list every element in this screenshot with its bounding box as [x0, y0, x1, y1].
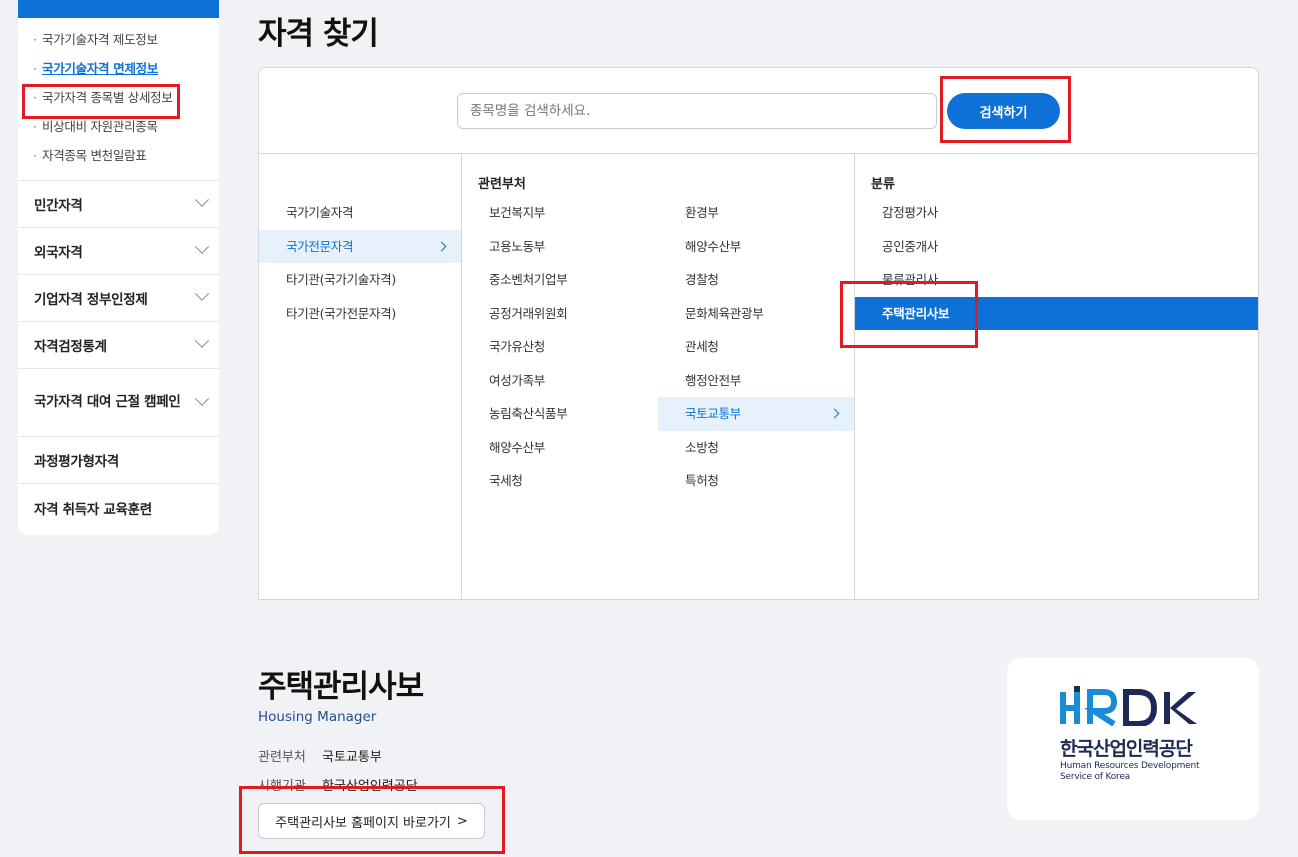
- classification-list: 감정평가사 공인중개사 물류관리사 주택관리사보: [855, 196, 1258, 330]
- sidebar-sub-item-system-info[interactable]: 국가기술자격 제도정보: [18, 25, 219, 54]
- department-item[interactable]: 환경부: [658, 196, 854, 230]
- department-item[interactable]: 특허청: [658, 464, 854, 498]
- sidebar-menu-private[interactable]: 민간자격: [18, 181, 219, 228]
- category-item[interactable]: 타기관(국가기술자격): [259, 263, 461, 297]
- department-item[interactable]: 중소벤처기업부: [462, 263, 658, 297]
- category-item[interactable]: 타기관(국가전문자격): [259, 297, 461, 331]
- department-grid: 보건복지부 환경부 고용노동부 해양수산부 중소벤처기업부 경찰청 공정거래위원…: [462, 196, 854, 498]
- detail-dept-value: 국토교통부: [322, 750, 382, 765]
- detail-org-label: 시행기관: [258, 779, 306, 794]
- sidebar-sub-list: 국가기술자격 제도정보 국가기술자격 면제정보 국가자격 종목별 상세정보 비상…: [18, 18, 219, 181]
- department-item[interactable]: 경찰청: [658, 263, 854, 297]
- chevron-down-icon: [194, 333, 210, 348]
- sidebar-sub-item-history[interactable]: 자격종목 변천일람표: [18, 141, 219, 170]
- chevron-down-icon: [194, 192, 210, 207]
- detail-org-value: 한국산업인력공단: [322, 779, 418, 794]
- department-item[interactable]: 관세청: [658, 330, 854, 364]
- logo-name-korean: 한국산업인력공단: [1060, 738, 1193, 760]
- category-column: 국가기술자격 국가전문자격 타기관(국가기술자격) 타기관(국가전문자격): [259, 154, 462, 599]
- page-title: 자격 찾기: [258, 16, 379, 52]
- sidebar-menu-course[interactable]: 과정평가형자격: [18, 437, 219, 484]
- department-item[interactable]: 국세청: [462, 464, 658, 498]
- classification-item[interactable]: 공인중개사: [855, 230, 1258, 264]
- sidebar-menu-statistics[interactable]: 자격검정통계: [18, 322, 219, 369]
- chevron-down-icon: [194, 391, 210, 406]
- search-row: 검색하기: [259, 68, 1258, 154]
- detail-dept-row: 관련부처 국토교통부: [258, 746, 382, 765]
- department-item[interactable]: 공정거래위원회: [462, 297, 658, 331]
- department-item[interactable]: 농림축산식품부: [462, 397, 658, 431]
- qualification-finder: 검색하기 국가기술자격 국가전문자격 타기관(국가기술자격) 타기관(국가전문자…: [258, 67, 1259, 600]
- classification-column: 분류 감정평가사 공인중개사 물류관리사 주택관리사보: [855, 154, 1258, 599]
- sidebar-active-header[interactable]: [18, 0, 219, 18]
- department-column: 관련부처 보건복지부 환경부 고용노동부 해양수산부 중소벤처기업부 경찰청 공…: [462, 154, 855, 599]
- category-item[interactable]: 국가기술자격: [259, 196, 461, 230]
- hrdk-logo-card: 한국산업인력공단 Human Resources Development Ser…: [1007, 658, 1259, 820]
- department-item[interactable]: 행정안전부: [658, 364, 854, 398]
- sidebar-menu-foreign[interactable]: 외국자격: [18, 228, 219, 275]
- search-button[interactable]: 검색하기: [947, 93, 1060, 129]
- logo-name-english: Human Resources Development Service of K…: [1060, 761, 1200, 782]
- sidebar-sub-item-detail-info[interactable]: 국가자격 종목별 상세정보: [18, 83, 219, 112]
- detail-subtitle: Housing Manager: [258, 709, 377, 725]
- department-item[interactable]: 보건복지부: [462, 196, 658, 230]
- sidebar-sub-item-exemption-info[interactable]: 국가기술자격 면제정보: [18, 54, 219, 83]
- sidebar-menu-corporate[interactable]: 기업자격 정부인정제: [18, 275, 219, 322]
- search-input[interactable]: [457, 93, 937, 129]
- detail-org-row: 시행기관 한국산업인력공단: [258, 775, 418, 794]
- hrdk-logo-icon: [1060, 686, 1197, 726]
- chevron-down-icon: [194, 286, 210, 301]
- sidebar: 국가기술자격 제도정보 국가기술자격 면제정보 국가자격 종목별 상세정보 비상…: [18, 0, 219, 535]
- sidebar-menu-campaign[interactable]: 국가자격 대여 근절 캠페인: [18, 369, 219, 437]
- detail-dept-label: 관련부처: [258, 750, 306, 765]
- homepage-link-button[interactable]: 주택관리사보 홈페이지 바로가기 >: [258, 803, 485, 839]
- sidebar-sub-item-emergency[interactable]: 비상대비 자원관리종목: [18, 112, 219, 141]
- classification-heading: 분류: [871, 177, 895, 192]
- department-heading: 관련부처: [478, 177, 526, 192]
- classification-item-selected[interactable]: 주택관리사보: [855, 296, 1258, 330]
- chevron-down-icon: [194, 239, 210, 254]
- finder-columns: 국가기술자격 국가전문자격 타기관(국가기술자격) 타기관(국가전문자격) 관련…: [259, 154, 1258, 599]
- department-item-selected[interactable]: 국토교통부: [658, 397, 854, 431]
- classification-item[interactable]: 감정평가사: [855, 196, 1258, 230]
- department-item[interactable]: 해양수산부: [462, 431, 658, 465]
- sidebar-menu-training[interactable]: 자격 취득자 교육훈련: [18, 484, 219, 531]
- chevron-right-icon: >: [456, 813, 468, 829]
- department-item[interactable]: 문화체육관광부: [658, 297, 854, 331]
- detail-title: 주택관리사보: [258, 669, 424, 705]
- homepage-link-label: 주택관리사보 홈페이지 바로가기: [275, 815, 451, 831]
- department-item[interactable]: 고용노동부: [462, 230, 658, 264]
- category-item-selected[interactable]: 국가전문자격: [259, 229, 461, 263]
- department-item[interactable]: 여성가족부: [462, 364, 658, 398]
- department-item[interactable]: 소방청: [658, 431, 854, 465]
- department-item[interactable]: 국가유산청: [462, 330, 658, 364]
- department-item[interactable]: 해양수산부: [658, 230, 854, 264]
- classification-item[interactable]: 물류관리사: [855, 263, 1258, 297]
